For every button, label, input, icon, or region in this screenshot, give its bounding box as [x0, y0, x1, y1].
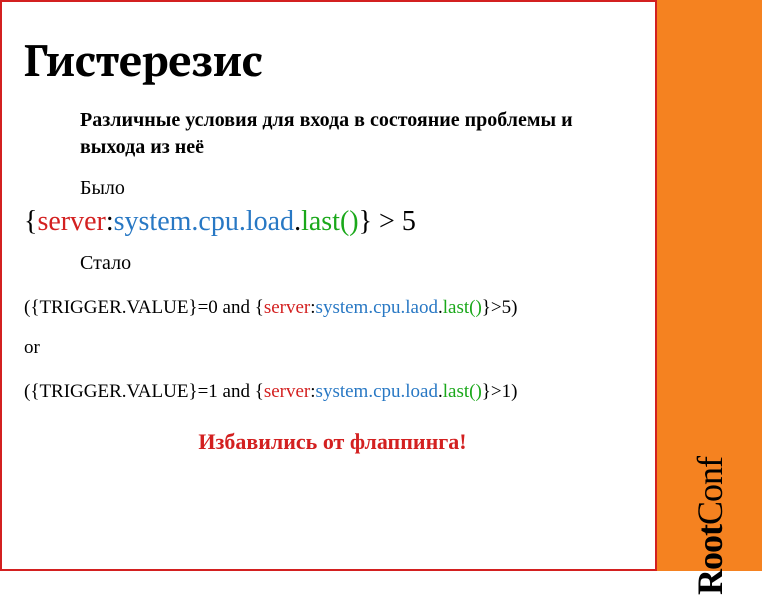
token-dot: .: [294, 206, 301, 237]
token-pre: ({TRIGGER.VALUE}=1 and {: [24, 381, 264, 402]
logo-conf: Conf: [690, 457, 730, 525]
brace-close: }: [359, 206, 372, 237]
slide-title: Гистерезис: [24, 30, 641, 89]
expression-after-1: ({TRIGGER.VALUE}=0 and {server:system.cp…: [24, 297, 641, 319]
token-post: }>5): [482, 297, 518, 318]
token-key: system.cpu.load: [316, 381, 438, 402]
slide-subtitle: Различные условия для входа в состояние …: [80, 107, 631, 161]
slide-content: Гистерезис Различные условия для входа в…: [0, 0, 657, 571]
token-pre: ({TRIGGER.VALUE}=0 and {: [24, 297, 264, 318]
logo-root: Root: [690, 525, 730, 595]
brace-open: {: [24, 206, 37, 237]
token-fn: last(): [443, 381, 482, 402]
token-colon: :: [106, 206, 114, 237]
expression-after-2: ({TRIGGER.VALUE}=1 and {server:system.cp…: [24, 381, 641, 403]
token-key: system.cpu.laod: [316, 297, 438, 318]
sidebar: RootConf: [657, 0, 762, 571]
token-post: }>1): [482, 381, 518, 402]
token-tail: > 5: [372, 206, 416, 237]
or-operator: or: [24, 337, 641, 359]
token-server: server: [264, 381, 310, 402]
label-after: Стало: [80, 252, 641, 275]
expression-before: {server:system.cpu.load.last()} > 5: [24, 206, 641, 238]
token-server: server: [37, 206, 105, 237]
token-server: server: [264, 297, 310, 318]
token-fn: last(): [443, 297, 482, 318]
rootconf-logo: RootConf: [689, 457, 731, 595]
token-fn: last(): [301, 206, 359, 237]
token-key: system.cpu.load: [114, 206, 294, 237]
footer-message: Избавились от флаппинга!: [24, 429, 641, 455]
label-before: Было: [80, 177, 641, 200]
